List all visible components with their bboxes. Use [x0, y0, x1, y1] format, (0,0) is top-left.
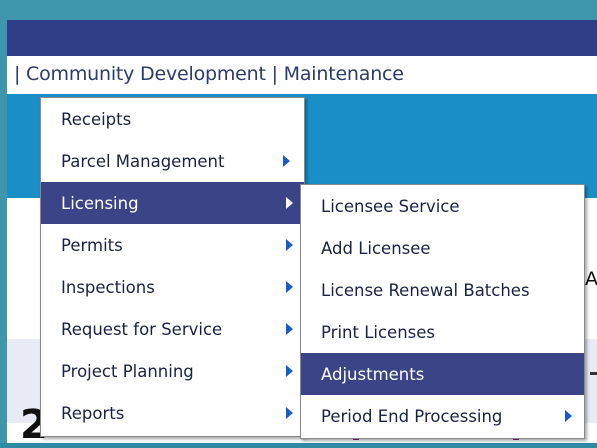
menu-item-label: Licensing: [61, 193, 139, 213]
menu-item-label: Receipts: [61, 109, 132, 129]
menu-item-reports[interactable]: Reports: [41, 392, 304, 434]
submenu-arrow-icon: [565, 410, 572, 422]
submenu-arrow-icon: [286, 197, 293, 209]
submenu-item-label: Period End Processing: [321, 406, 503, 426]
header-bar: [7, 20, 597, 56]
submenu-item-add-licensee[interactable]: Add Licensee: [301, 227, 584, 269]
submenu-arrow-icon: [286, 281, 293, 293]
submenu-item-period-end-processing[interactable]: Period End Processing: [301, 395, 584, 437]
menu-item-inspections[interactable]: Inspections: [41, 266, 304, 308]
submenu-item-label: Licensee Service: [321, 196, 460, 216]
column-header-partial: A: [585, 268, 597, 290]
submenu-arrow-icon: [286, 365, 293, 377]
submenu-item-label: Add Licensee: [321, 238, 431, 258]
submenu-arrow-icon: [286, 239, 293, 251]
menu-item-permits[interactable]: Permits: [41, 224, 304, 266]
submenu-item-licensee-service[interactable]: Licensee Service: [301, 185, 584, 227]
menu-item-project-planning[interactable]: Project Planning: [41, 350, 304, 392]
submenu-arrow-icon: [283, 155, 290, 167]
submenu-item-label: Print Licenses: [321, 322, 436, 342]
window-frame-top: [0, 0, 597, 20]
menu-item-label: Reports: [61, 403, 125, 423]
submenu-arrow-icon: [286, 323, 293, 335]
menu-item-label: Permits: [61, 235, 123, 255]
menu-item-request-for-service[interactable]: Request for Service: [41, 308, 304, 350]
submenu-item-license-renewal-batches[interactable]: License Renewal Batches: [301, 269, 584, 311]
submenu-item-label: Adjustments: [321, 364, 425, 384]
menu-item-receipts[interactable]: Receipts: [41, 98, 304, 140]
submenu-item-print-licenses[interactable]: Print Licenses: [301, 311, 584, 353]
licensing-submenu: Licensee Service Add Licensee License Re…: [300, 184, 585, 439]
top-nav-links[interactable]: | Community Development | Maintenance: [14, 63, 404, 85]
menu-item-parcel-management[interactable]: Parcel Management: [41, 140, 304, 182]
submenu-item-label: License Renewal Batches: [321, 280, 530, 300]
menu-item-label: Inspections: [61, 277, 155, 297]
menu-item-licensing[interactable]: Licensing: [41, 182, 304, 224]
edge-marker: [590, 372, 597, 375]
menu-item-label: Request for Service: [61, 319, 223, 339]
menu-item-label: Project Planning: [61, 361, 194, 381]
submenu-arrow-icon: [286, 407, 293, 419]
menu-item-label: Parcel Management: [61, 151, 225, 171]
submenu-item-adjustments[interactable]: Adjustments: [301, 353, 584, 395]
window-frame-left: [0, 0, 7, 443]
main-dropdown-menu: Receipts Parcel Management Licensing Per…: [40, 97, 305, 437]
